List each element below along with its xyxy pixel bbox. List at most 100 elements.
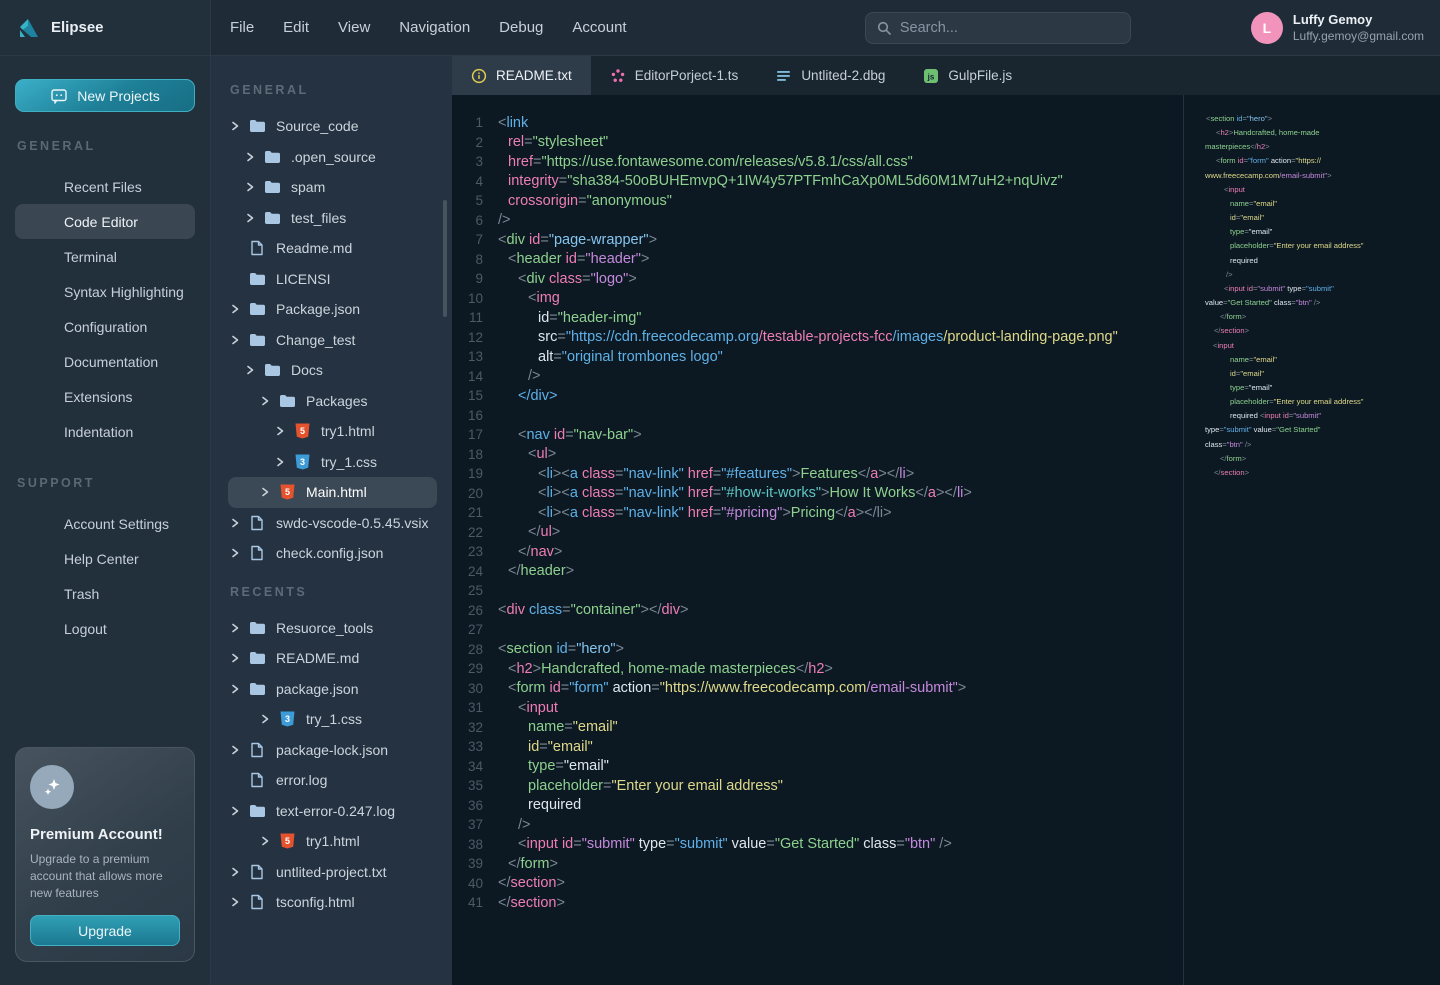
menu-navigation[interactable]: Navigation — [399, 19, 470, 36]
new-projects-button[interactable]: New Projects — [15, 79, 195, 112]
tree-item-text-error-0-247-log[interactable]: text-error-0.247.log — [228, 796, 437, 827]
tree-item-resuorce-tools[interactable]: Resuorce_tools — [228, 613, 437, 644]
menu-file[interactable]: File — [230, 19, 254, 36]
tree-item-packages[interactable]: Packages — [228, 386, 437, 417]
tree-item-docs[interactable]: Docs — [228, 355, 437, 386]
code-line: 26<div class="container"></div> — [452, 601, 1183, 621]
js-icon: js — [923, 68, 939, 84]
tree-item-package-json[interactable]: package.json — [228, 674, 437, 705]
tab-untlited-2-dbg[interactable]: Untlited-2.dbg — [757, 56, 904, 95]
tree-item-try-1-css[interactable]: 3try_1.css — [228, 447, 437, 478]
tree-item-test-files[interactable]: test_files — [228, 203, 437, 234]
page-icon — [248, 894, 266, 910]
docs-icon — [33, 353, 51, 371]
tree-item-main-html[interactable]: 5Main.html — [228, 477, 437, 508]
menu-debug[interactable]: Debug — [499, 19, 543, 36]
tree-item-untlited-project-txt[interactable]: untlited-project.txt — [228, 857, 437, 888]
tree-item-open-source[interactable]: .open_source — [228, 142, 437, 173]
tree-item-try1-html[interactable]: 5try1.html — [228, 826, 437, 857]
menu-edit[interactable]: Edit — [283, 19, 309, 36]
tree-item-spam[interactable]: spam — [228, 172, 437, 203]
sidebar-item-extensions[interactable]: Extensions — [15, 379, 195, 414]
sidebar-item-label: Indentation — [64, 424, 133, 440]
tree-item-label: check.config.json — [276, 545, 383, 561]
explorer-general-label: GENERAL — [230, 83, 452, 97]
sidebar-item-documentation[interactable]: Documentation — [15, 344, 195, 379]
menu-account[interactable]: Account — [572, 19, 626, 36]
explorer-scrollbar[interactable] — [443, 200, 447, 317]
tab-gulpfile-js[interactable]: jsGulpFile.js — [904, 56, 1031, 95]
code-text: <img — [498, 290, 560, 306]
line-number: 25 — [452, 583, 483, 598]
sidebar-item-code-editor[interactable]: Code Editor — [15, 204, 195, 239]
tab-readme-txt[interactable]: README.txt — [452, 56, 591, 95]
tree-item-label: Source_code — [276, 118, 359, 134]
tree-item-licensi[interactable]: LICENSI — [228, 264, 437, 295]
code-editor[interactable]: 1<link2rel="stylesheet"3href="https://us… — [452, 95, 1183, 985]
code-line: 24</header> — [452, 562, 1183, 582]
sidebar-item-label: Documentation — [64, 354, 158, 370]
tree-item-readme-md[interactable]: README.md — [228, 643, 437, 674]
sidebar-item-account-settings[interactable]: Account Settings — [15, 506, 195, 541]
chevron-right-icon — [246, 152, 254, 162]
explorer-recents-tree: Resuorce_toolsREADME.mdpackage.json3try_… — [211, 613, 452, 918]
menu-view[interactable]: View — [338, 19, 370, 36]
sidebar-item-configuration[interactable]: Configuration — [15, 309, 195, 344]
explorer-general-tree: Source_code .open_sourcespam test_filesRea… — [211, 111, 452, 569]
minimap-line: class="btn" /> — [1205, 438, 1434, 452]
minimap-line: id="email" — [1205, 367, 1434, 381]
tree-item-package-lock-json[interactable]: package-lock.json — [228, 735, 437, 766]
tree-item-error-log[interactable]: error.log — [228, 765, 437, 796]
tree-item-label: spam — [291, 179, 325, 195]
tree-item-swdc-vscode-0-5-45-vsix[interactable]: swdc-vscode-0.5.45.vsix — [228, 508, 437, 539]
sidebar-item-label: Trash — [64, 586, 99, 602]
line-number: 1 — [452, 115, 483, 130]
sidebar-item-syntax-highlighting[interactable]: Syntax Highlighting — [15, 274, 195, 309]
user-chip[interactable]: L Luffy Gemoy Luffy.gemoy@gmail.com — [1251, 12, 1424, 44]
moon-theme-icon[interactable] — [1203, 17, 1225, 39]
upgrade-button[interactable]: Upgrade — [30, 915, 180, 946]
code-line: 12src="https://cdn.freecodecamp.org/test… — [452, 328, 1183, 348]
premium-card: Premium Account! Upgrade to a premium ac… — [15, 747, 195, 962]
tree-item-try-1-css[interactable]: 3try_1.css — [228, 704, 437, 735]
tab-editorporject-1-ts[interactable]: EditorPorject-1.ts — [591, 56, 758, 95]
tree-item-try1-html[interactable]: 5try1.html — [228, 416, 437, 447]
chevron-right-icon — [231, 745, 239, 755]
chevron-right-icon — [261, 396, 269, 406]
sidebar-item-logout[interactable]: Logout — [15, 611, 195, 646]
sidebar-item-indentation[interactable]: Indentation — [15, 414, 195, 449]
sidebar-item-trash[interactable]: Trash — [15, 576, 195, 611]
code-line: 23</nav> — [452, 542, 1183, 562]
sidebar-item-recent-files[interactable]: Recent Files — [15, 169, 195, 204]
tree-item-package-json[interactable]: Package.json — [228, 294, 437, 325]
code-line: 37/> — [452, 815, 1183, 835]
tree-item-change-test[interactable]: Change_test — [228, 325, 437, 356]
folder-icon — [248, 272, 266, 286]
collapse-sidebar-icon[interactable] — [174, 17, 196, 39]
sidebar-item-label: Terminal — [64, 249, 117, 265]
minimap-line: name="email" — [1205, 353, 1434, 367]
bell-icon[interactable] — [1162, 17, 1184, 39]
sidebar-item-terminal[interactable]: Terminal — [15, 239, 195, 274]
line-number: 38 — [452, 837, 483, 852]
tree-item-check-config-json[interactable]: check.config.json — [228, 538, 437, 569]
code-text: <header id="header"> — [498, 251, 649, 267]
tab-label: EditorPorject-1.ts — [635, 68, 739, 83]
sidebar-item-help-center[interactable]: Help Center — [15, 541, 195, 576]
logout-icon — [33, 620, 51, 638]
search-input[interactable] — [900, 20, 1110, 36]
config-icon — [33, 318, 51, 336]
chevron-right-icon — [231, 806, 239, 816]
code-text: <h2>Handcrafted, home-made masterpieces<… — [498, 661, 833, 677]
tree-item-source-code[interactable]: Source_code — [228, 111, 437, 142]
tree-item-tsconfig-html[interactable]: tsconfig.html — [228, 887, 437, 918]
minimap[interactable]: <section id="hero"><h2>Handcrafted, home… — [1183, 95, 1440, 985]
search-box[interactable] — [865, 12, 1131, 44]
chevron-right-icon — [231, 684, 239, 694]
elipsee-logo-icon — [16, 15, 42, 41]
tree-item-readme-md[interactable]: Readme.md — [228, 233, 437, 264]
minimap-line: name="email" — [1205, 197, 1434, 211]
tree-item-label: LICENSI — [276, 271, 330, 287]
tree-item-label: try1.html — [306, 833, 360, 849]
user-email: Luffy.gemoy@gmail.com — [1293, 29, 1424, 43]
